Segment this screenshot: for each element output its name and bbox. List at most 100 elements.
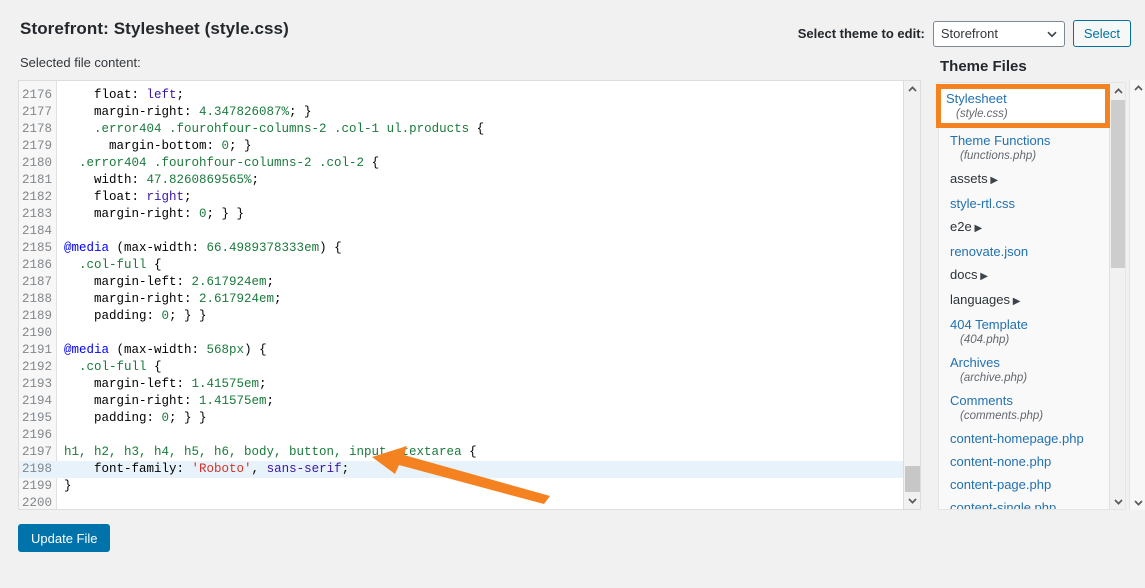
code-line[interactable]: 2194 margin-right: 1.41575em;	[19, 393, 920, 410]
theme-file-name[interactable]: 404 Template	[950, 316, 1099, 333]
code-token: .error404 .fourohfour-columns-2 .col-2	[79, 156, 365, 170]
theme-file-name[interactable]: languages ▶	[950, 291, 1099, 310]
line-number: 2184	[21, 224, 52, 238]
theme-file-name[interactable]: Theme Functions	[950, 132, 1099, 149]
theme-file-name[interactable]: docs ▶	[950, 266, 1099, 285]
code-line[interactable]: 2200	[19, 495, 920, 509]
code-token: .error404 .fourohfour-columns-2 .col-1 u…	[94, 122, 470, 136]
code-token: float:	[64, 88, 147, 102]
theme-select-dropdown[interactable]: Storefront	[932, 20, 1065, 47]
code-line[interactable]: 2187 margin-left: 2.617924em;	[19, 274, 920, 291]
theme-file-item[interactable]: Theme Functions (functions.php)	[939, 129, 1109, 167]
code-line[interactable]: 2188 margin-right: 2.617924em;	[19, 291, 920, 308]
theme-file-name[interactable]: renovate.json	[950, 243, 1099, 260]
code-token: ;	[251, 173, 260, 187]
theme-file-name[interactable]: style-rtl.css	[950, 195, 1099, 212]
folder-expand-arrow-icon[interactable]: ▶	[977, 271, 988, 282]
code-line[interactable]: 2196	[19, 427, 920, 444]
code-line[interactable]: 2178 .error404 .fourohfour-columns-2 .co…	[19, 121, 920, 138]
code-line[interactable]: 2186 .col-full {	[19, 257, 920, 274]
selected-file-content-label: Selected file content:	[20, 55, 141, 70]
code-line[interactable]: 2181 width: 47.8260869565%;	[19, 172, 920, 189]
line-number: 2178	[21, 122, 52, 136]
code-line[interactable]: 2182 float: right;	[19, 189, 920, 206]
code-token: font-family:	[64, 462, 192, 476]
theme-files-list[interactable]: Stylesheet (style.css) Theme Functions (fun…	[939, 83, 1109, 509]
code-line[interactable]: 2179 margin-bottom: 0; }	[19, 138, 920, 155]
code-token: margin-bottom:	[64, 139, 222, 153]
line-number: 2180	[21, 156, 52, 170]
code-line[interactable]: 2180 .error404 .fourohfour-columns-2 .co…	[19, 155, 920, 172]
code-line[interactable]: 2185 @media (max-width: 66.4989378333em) …	[19, 240, 920, 257]
code-token: left	[146, 88, 177, 102]
code-line[interactable]: 2176 float: left;	[19, 87, 920, 104]
theme-files-scrollbar[interactable]	[1109, 83, 1125, 509]
theme-file-name[interactable]: content-single.php	[950, 499, 1099, 509]
code-line[interactable]: 2184	[19, 223, 920, 240]
theme-file-item[interactable]: 404 Template (404.php)	[939, 313, 1109, 351]
chevron-up-icon[interactable]	[1130, 80, 1145, 96]
theme-file-item[interactable]: docs ▶	[939, 263, 1109, 288]
theme-file-item[interactable]: assets ▶	[939, 167, 1109, 192]
folder-expand-arrow-icon[interactable]: ▶	[988, 175, 998, 186]
theme-file-name[interactable]: assets ▶	[950, 170, 1099, 189]
theme-files-panel[interactable]: Stylesheet (style.css) Theme Functions (fun…	[938, 82, 1126, 510]
code-line[interactable]: 2189 padding: 0; } }	[19, 308, 920, 325]
code-token: @media	[64, 343, 110, 357]
folder-expand-arrow-icon[interactable]: ▶	[1010, 296, 1021, 307]
theme-file-name[interactable]: content-page.php	[950, 476, 1099, 493]
code-token: (max-width:	[109, 241, 207, 255]
editor-scrollbar-thumb[interactable]	[905, 466, 920, 492]
theme-files-scrollbar-thumb[interactable]	[1111, 100, 1125, 268]
code-token: 66.4989378333em	[206, 241, 320, 255]
code-text: margin-right: 2.617924em;	[57, 291, 282, 308]
theme-file-item[interactable]: Archives (archive.php)	[939, 351, 1109, 389]
theme-file-item[interactable]: content-single.php	[939, 496, 1109, 509]
code-token: margin-left:	[64, 377, 192, 391]
theme-file-name[interactable]: Archives	[950, 354, 1099, 371]
code-line[interactable]: 2191 @media (max-width: 568px) {	[19, 342, 920, 359]
theme-file-name[interactable]: content-homepage.php	[950, 430, 1099, 447]
code-line[interactable]: 2198 font-family: 'Roboto', sans-serif;	[19, 461, 920, 478]
theme-file-item[interactable]: content-none.php	[939, 450, 1109, 473]
code-token: }	[64, 479, 72, 493]
code-line[interactable]: 2183 margin-right: 0; } }	[19, 206, 920, 223]
chevron-down-icon[interactable]	[1110, 493, 1125, 509]
code-line[interactable]: 2190	[19, 325, 920, 342]
code-line[interactable]: 2192 .col-full {	[19, 359, 920, 376]
code-text: float: right;	[57, 189, 192, 206]
update-file-button[interactable]: Update File	[18, 524, 111, 552]
folder-expand-arrow-icon[interactable]: ▶	[972, 223, 982, 234]
editor-scrollbar[interactable]	[903, 81, 920, 509]
theme-file-item[interactable]: Stylesheet (style.css)	[939, 91, 1109, 129]
code-text: margin-right: 4.347826087%; }	[57, 104, 312, 121]
theme-file-item[interactable]: content-homepage.php	[939, 427, 1109, 450]
select-theme-button[interactable]: Select	[1072, 20, 1131, 47]
code-token: ) {	[244, 343, 267, 357]
chevron-down-icon[interactable]	[1130, 494, 1145, 510]
theme-file-name[interactable]: content-none.php	[950, 453, 1099, 470]
page-scrollbar[interactable]	[1129, 80, 1145, 510]
theme-file-name[interactable]: Stylesheet	[950, 94, 1099, 111]
code-line[interactable]: 2199}	[19, 478, 920, 495]
code-line[interactable]: 2177 margin-right: 4.347826087%; }	[19, 104, 920, 121]
code-token: 2.617924em	[191, 275, 267, 289]
chevron-down-icon[interactable]	[904, 492, 920, 509]
theme-file-item[interactable]: Comments (comments.php)	[939, 389, 1109, 427]
theme-file-item[interactable]: renovate.json	[939, 240, 1109, 263]
theme-file-item[interactable]: languages ▶	[939, 288, 1109, 313]
code-line[interactable]: 2193 margin-left: 1.41575em;	[19, 376, 920, 393]
theme-file-item[interactable]: style-rtl.css	[939, 192, 1109, 215]
chevron-up-icon[interactable]	[904, 81, 920, 98]
theme-file-name[interactable]: Comments	[950, 392, 1099, 409]
code-content-area[interactable]: 2176 float: left; 2177 margin-right: 4.34…	[19, 81, 920, 509]
theme-file-name[interactable]: e2e ▶	[950, 218, 1099, 237]
code-line[interactable]: 2195 padding: 0; } }	[19, 410, 920, 427]
code-editor[interactable]: 2176 float: left; 2177 margin-right: 4.34…	[18, 80, 921, 510]
code-line[interactable]: 2197 h1, h2, h3, h4, h5, h6, body, button…	[19, 444, 920, 461]
theme-file-item[interactable]: e2e ▶	[939, 215, 1109, 240]
chevron-up-icon[interactable]	[1110, 83, 1125, 99]
theme-file-item[interactable]: content-page.php	[939, 473, 1109, 496]
code-token: ,	[251, 462, 267, 476]
